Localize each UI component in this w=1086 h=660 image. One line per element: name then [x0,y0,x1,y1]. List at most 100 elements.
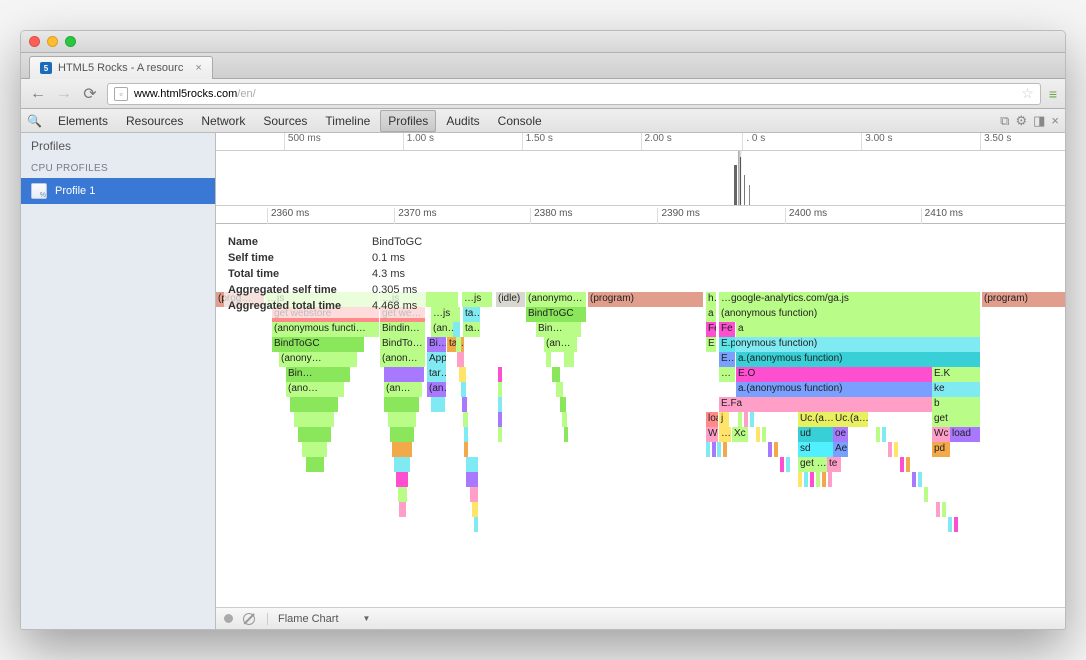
flame-bar[interactable] [399,502,406,517]
flame-bar[interactable] [463,412,468,427]
flame-bar[interactable] [948,517,952,532]
flame-bar[interactable]: BindToGC [526,307,586,322]
flame-bar[interactable]: a.(anonymous function) [736,352,980,367]
flame-bar[interactable]: Wc [706,427,718,442]
flame-bar[interactable]: ta… [463,322,480,337]
devtools-tab-sources[interactable]: Sources [255,110,315,132]
flame-bar[interactable]: (an… [544,337,577,352]
flame-bar[interactable] [810,472,814,487]
flame-bar[interactable]: … [719,427,731,442]
reload-button[interactable]: ⟳ [81,84,99,104]
clear-button[interactable] [243,613,255,625]
overview-ruler[interactable]: 500 ms1.00 s1.50 s2.00 s. 0 s3.00 s3.50 … [216,133,1065,151]
address-bar[interactable]: ▫ www.html5rocks.com/en/ ☆ [107,83,1041,105]
flame-bar[interactable]: pd [932,442,950,457]
flame-bar[interactable]: tar… [427,367,446,382]
flame-bar[interactable]: Uc.(a… [798,412,833,427]
flame-bar[interactable] [462,397,467,412]
flame-bar[interactable]: j [719,412,729,427]
flame-bar[interactable] [302,442,327,457]
close-tab-icon[interactable]: × [195,62,201,74]
flame-bar[interactable] [498,382,502,397]
flame-bar[interactable]: te [827,457,841,472]
flame-bar[interactable] [822,472,826,487]
flame-bar[interactable] [804,472,808,487]
flame-bar[interactable] [398,487,407,502]
flame-bar[interactable] [498,367,502,382]
flame-bar[interactable] [912,472,916,487]
flame-bar[interactable] [556,382,563,397]
minimize-window-button[interactable] [47,36,58,47]
flame-bar[interactable] [498,397,502,412]
flame-bar[interactable] [786,457,790,472]
flame-bar[interactable] [461,382,466,397]
flame-bar[interactable] [392,442,412,457]
devtools-tab-timeline[interactable]: Timeline [317,110,378,132]
flame-bar[interactable] [924,487,928,502]
flame-bar[interactable]: E… [706,337,716,352]
console-drawer-icon[interactable]: ⧉ [1000,113,1009,129]
flame-bar[interactable]: (an… [427,382,446,397]
flame-bar[interactable]: oe [833,427,848,442]
flame-bar[interactable] [464,427,468,442]
flame-bar[interactable] [431,397,445,412]
flame-bar[interactable] [918,472,922,487]
flame-bar[interactable] [390,427,414,442]
flame-bar[interactable] [774,442,778,457]
flame-bar[interactable] [564,352,574,367]
flame-bar[interactable]: (anonymous function) [719,337,980,352]
flame-bar[interactable] [750,412,754,427]
view-selector[interactable]: Flame Chart ▼ [267,613,370,625]
flame-bar[interactable] [466,457,478,472]
flame-bar[interactable] [298,427,331,442]
flame-bar[interactable]: (anonymous function) [719,307,980,322]
flame-bar[interactable] [888,442,892,457]
flame-bar[interactable] [546,352,551,367]
flame-bar[interactable] [744,412,748,427]
flame-bar[interactable] [384,397,419,412]
flame-bar[interactable] [942,502,946,517]
flame-bar[interactable] [388,412,416,427]
devtools-tab-elements[interactable]: Elements [50,110,116,132]
devtools-tab-console[interactable]: Console [490,110,550,132]
flame-bar[interactable] [384,367,424,382]
flame-bar[interactable]: E.K [932,367,980,382]
flame-bar[interactable]: BindToGC [272,337,364,352]
flame-bar[interactable] [816,472,820,487]
flame-bar[interactable]: ke [932,382,980,397]
flame-bar[interactable]: Bindin… [380,322,425,337]
flame-bar[interactable] [562,412,567,427]
flame-bar[interactable] [472,502,478,517]
flame-bar[interactable] [762,427,766,442]
flame-bar[interactable]: Uc.(a… [833,412,868,427]
flame-bar[interactable] [906,457,910,472]
menu-button[interactable]: ≡ [1049,86,1057,102]
flame-bar[interactable] [723,442,727,457]
flame-bar[interactable]: get … [798,457,827,472]
flame-bar[interactable]: …js [431,307,460,322]
zoom-window-button[interactable] [65,36,76,47]
flame-bar[interactable] [453,322,460,337]
flame-bar[interactable]: Xc [732,427,748,442]
flame-bar[interactable] [474,517,478,532]
flame-bar[interactable]: Bi… [427,337,446,352]
flame-bar[interactable] [464,442,468,457]
flame-bar[interactable]: b [932,397,980,412]
flame-bar[interactable]: h… [706,292,716,307]
flame-bar[interactable] [459,367,466,382]
devtools-tab-network[interactable]: Network [193,110,253,132]
flame-bar[interactable] [768,442,772,457]
flame-bar[interactable]: (anonymo… [526,292,586,307]
flame-bar[interactable]: load [950,427,980,442]
flame-bar[interactable] [936,502,940,517]
flame-bar[interactable] [717,442,721,457]
flame-bar[interactable] [798,472,802,487]
flame-bar[interactable] [954,517,958,532]
detail-ruler[interactable]: 2360 ms2370 ms2380 ms2390 ms2400 ms2410 … [216,206,1065,224]
flame-bar[interactable] [780,457,784,472]
flame-bar[interactable]: Wc [932,427,950,442]
flame-bar[interactable]: BindTo… [380,337,425,352]
flame-bar[interactable] [306,457,324,472]
flame-bar[interactable] [396,472,408,487]
flame-bar[interactable] [498,427,502,442]
